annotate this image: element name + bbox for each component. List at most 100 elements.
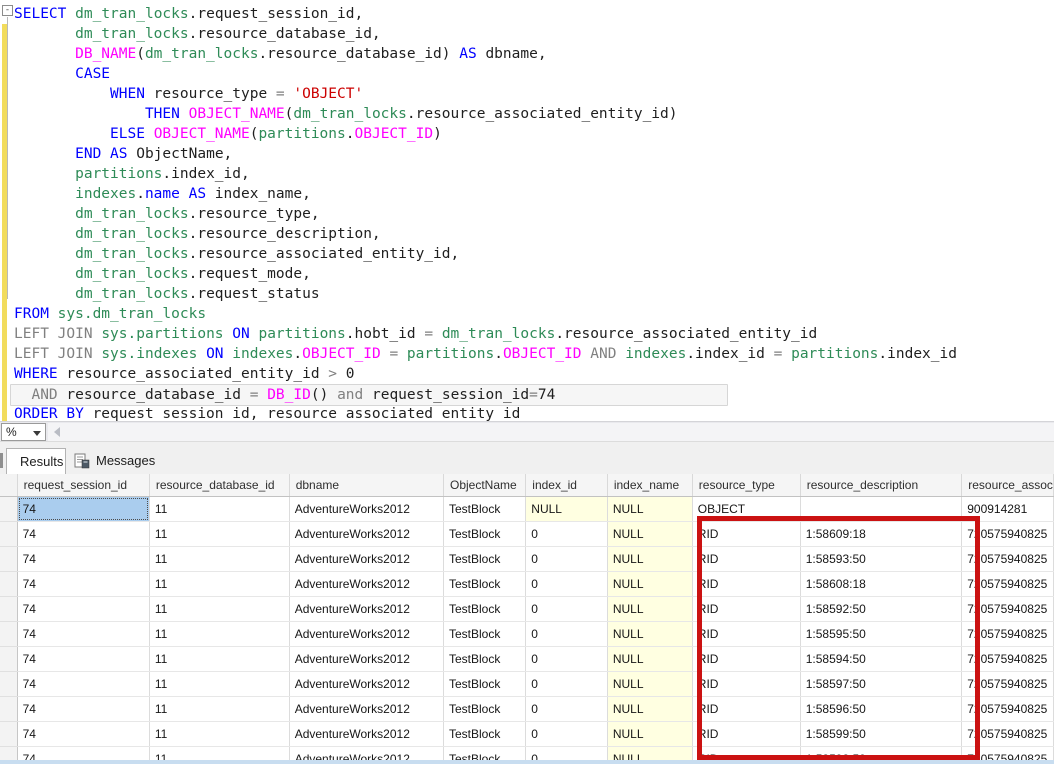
grid-cell[interactable]: 74 <box>17 597 149 622</box>
grid-cell[interactable]: TestBlock <box>443 622 525 647</box>
grid-cell[interactable]: 720575940825 <box>962 672 1054 697</box>
grid-cell[interactable]: NULL <box>607 747 692 761</box>
grid-cell[interactable]: 1:58599:50 <box>800 722 961 747</box>
grid-cell[interactable]: NULL <box>607 597 692 622</box>
grid-cell[interactable]: OBJECT <box>692 497 800 522</box>
grid-cell[interactable]: 11 <box>149 572 289 597</box>
grid-cell[interactable]: RID <box>692 572 800 597</box>
grid-cell[interactable]: 74 <box>17 697 149 722</box>
grid-cell[interactable]: 720575940825 <box>962 647 1054 672</box>
grid-header-cell[interactable]: ObjectName <box>443 474 525 497</box>
grid-cell[interactable]: 720575940825 <box>962 547 1054 572</box>
grid-cell[interactable]: 0 <box>526 747 608 761</box>
grid-cell[interactable]: TestBlock <box>443 572 525 597</box>
grid-cell[interactable]: 1:58609:18 <box>800 522 961 547</box>
grid-cell[interactable]: AdventureWorks2012 <box>289 497 443 522</box>
grid-row-header[interactable] <box>0 597 17 622</box>
grid-cell[interactable]: 0 <box>526 697 608 722</box>
grid-cell[interactable]: 0 <box>526 647 608 672</box>
grid-cell[interactable]: 11 <box>149 697 289 722</box>
grid-cell[interactable]: 74 <box>17 747 149 761</box>
grid-cell[interactable]: 720575940825 <box>962 697 1054 722</box>
grid-corner-header[interactable] <box>0 474 17 497</box>
grid-cell[interactable] <box>800 497 961 522</box>
grid-cell[interactable]: 11 <box>149 522 289 547</box>
grid-cell[interactable]: TestBlock <box>443 722 525 747</box>
tab-results[interactable]: Results <box>6 448 66 475</box>
grid-header-cell[interactable]: resource_database_id <box>149 474 289 497</box>
grid-cell[interactable]: 0 <box>526 622 608 647</box>
grid-cell[interactable]: AdventureWorks2012 <box>289 697 443 722</box>
grid-cell[interactable]: 74 <box>17 647 149 672</box>
grid-cell[interactable]: 11 <box>149 547 289 572</box>
grid-cell[interactable]: 1:58593:50 <box>800 547 961 572</box>
grid-cell[interactable]: 74 <box>17 722 149 747</box>
grid-cell[interactable]: 74 <box>17 522 149 547</box>
grid-cell[interactable]: RID <box>692 672 800 697</box>
grid-cell[interactable]: 1:58595:50 <box>800 622 961 647</box>
grid-row-header[interactable] <box>0 522 17 547</box>
grid-cell[interactable]: 0 <box>526 672 608 697</box>
grid-cell[interactable]: AdventureWorks2012 <box>289 722 443 747</box>
grid-cell[interactable]: RID <box>692 747 800 761</box>
editor-zoom-dropdown[interactable]: % <box>1 423 46 441</box>
grid-header-cell[interactable]: index_name <box>607 474 692 497</box>
grid-cell[interactable]: 720575940825 <box>962 722 1054 747</box>
grid-cell[interactable]: 1:58608:18 <box>800 572 961 597</box>
grid-cell[interactable]: RID <box>692 622 800 647</box>
grid-cell[interactable]: 74 <box>17 622 149 647</box>
sql-editor-pane[interactable]: - SELECT dm_tran_locks.request_session_i… <box>0 0 1054 421</box>
grid-cell[interactable]: 1:58594:50 <box>800 647 961 672</box>
grid-cell[interactable]: 74 <box>17 547 149 572</box>
grid-cell[interactable]: 720575940825 <box>962 622 1054 647</box>
grid-cell[interactable]: RID <box>692 522 800 547</box>
grid-cell[interactable]: 11 <box>149 622 289 647</box>
grid-cell[interactable]: AdventureWorks2012 <box>289 622 443 647</box>
grid-cell[interactable]: RID <box>692 547 800 572</box>
grid-row-header[interactable] <box>0 722 17 747</box>
grid-cell[interactable]: 74 <box>17 572 149 597</box>
grid-row-header[interactable] <box>0 697 17 722</box>
grid-cell[interactable]: 720575940825 <box>962 522 1054 547</box>
grid-cell[interactable]: RID <box>692 597 800 622</box>
grid-cell[interactable]: AdventureWorks2012 <box>289 597 443 622</box>
grid-cell[interactable]: NULL <box>526 497 608 522</box>
grid-cell[interactable]: AdventureWorks2012 <box>289 547 443 572</box>
grid-cell[interactable]: TestBlock <box>443 497 525 522</box>
grid-cell[interactable]: 720575940825 <box>962 747 1054 761</box>
grid-cell[interactable]: 1:58597:50 <box>800 672 961 697</box>
grid-cell[interactable]: 1:58596:50 <box>800 697 961 722</box>
grid-cell[interactable]: RID <box>692 722 800 747</box>
grid-cell[interactable]: TestBlock <box>443 672 525 697</box>
grid-cell[interactable]: 720575940825 <box>962 572 1054 597</box>
grid-row-header[interactable] <box>0 572 17 597</box>
grid-cell[interactable]: RID <box>692 697 800 722</box>
grid-cell[interactable]: AdventureWorks2012 <box>289 647 443 672</box>
grid-cell[interactable]: NULL <box>607 697 692 722</box>
grid-row-header[interactable] <box>0 497 17 522</box>
grid-cell[interactable]: 11 <box>149 722 289 747</box>
grid-cell[interactable]: 11 <box>149 647 289 672</box>
grid-cell[interactable]: 11 <box>149 497 289 522</box>
grid-cell[interactable]: 11 <box>149 747 289 761</box>
grid-cell[interactable]: NULL <box>607 622 692 647</box>
grid-header-cell[interactable]: resource_description <box>800 474 961 497</box>
grid-cell[interactable]: NULL <box>607 647 692 672</box>
grid-header-cell[interactable]: request_session_id <box>17 474 149 497</box>
grid-row-header[interactable] <box>0 647 17 672</box>
grid-cell[interactable]: 0 <box>526 547 608 572</box>
grid-header-cell[interactable]: index_id <box>526 474 608 497</box>
grid-cell[interactable]: TestBlock <box>443 597 525 622</box>
grid-cell[interactable]: TestBlock <box>443 547 525 572</box>
grid-cell[interactable]: 11 <box>149 672 289 697</box>
grid-cell[interactable]: NULL <box>607 722 692 747</box>
scroll-left-arrow-icon[interactable] <box>54 427 60 437</box>
grid-cell[interactable]: TestBlock <box>443 747 525 761</box>
grid-cell[interactable]: NULL <box>607 522 692 547</box>
editor-horizontal-scrollbar[interactable] <box>48 423 1054 441</box>
grid-cell[interactable]: 900914281 <box>962 497 1054 522</box>
grid-cell[interactable]: NULL <box>607 547 692 572</box>
grid-cell[interactable]: 0 <box>526 597 608 622</box>
grid-cell[interactable]: 1:58592:50 <box>800 597 961 622</box>
grid-cell[interactable]: AdventureWorks2012 <box>289 747 443 761</box>
